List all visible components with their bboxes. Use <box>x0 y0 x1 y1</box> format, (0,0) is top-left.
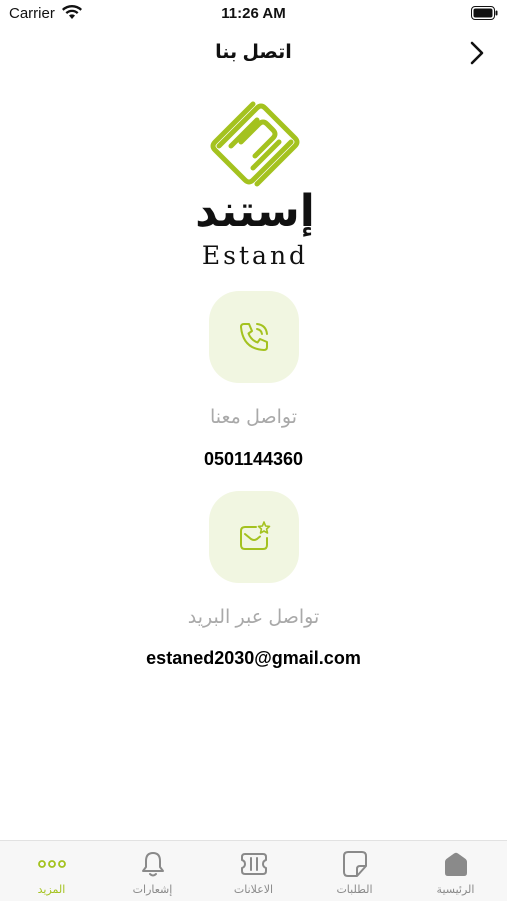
logo-mark-icon <box>210 101 300 187</box>
ads-icon <box>241 853 267 875</box>
tab-more[interactable]: المزيد <box>1 841 102 901</box>
phone-number[interactable]: 0501144360 <box>0 449 507 470</box>
tab-ads-label: الاعلانات <box>233 884 274 896</box>
email-contact-button[interactable] <box>209 491 299 583</box>
status-bar: Carrier 11:26 AM <box>0 0 507 28</box>
clock: 11:26 AM <box>221 5 286 22</box>
chevron-right-icon <box>470 41 484 65</box>
tab-more-label: المزيد <box>37 884 66 896</box>
battery-icon <box>471 6 498 20</box>
back-button[interactable] <box>465 39 489 67</box>
phone-icon <box>240 323 268 351</box>
email-address[interactable]: estaned2030@gmail.com <box>0 648 507 669</box>
more-icon <box>38 860 66 868</box>
logo-latin-text: Estand <box>201 241 309 270</box>
tab-notifications[interactable]: إشعارات <box>102 841 203 901</box>
bell-icon <box>142 852 164 877</box>
tab-orders-label: الطلبات <box>336 884 373 896</box>
phone-contact-button[interactable] <box>209 291 299 383</box>
email-contact-label: تواصل عبر البريد <box>187 607 320 628</box>
app-logo: إستند Estand <box>185 98 325 273</box>
tab-orders[interactable]: الطلبات <box>304 841 405 901</box>
tab-home-label: الرئيسية <box>436 884 475 896</box>
tab-bar: الرئيسية الطلبات الاعلانات إشعارات المزي… <box>0 840 507 901</box>
page-title: اتصل بنا <box>215 42 292 63</box>
phone-contact-label: تواصل معنا <box>209 407 298 428</box>
home-icon <box>445 852 467 876</box>
logo-arabic-text: إستند <box>195 186 315 237</box>
tab-notifications-label: إشعارات <box>132 884 173 896</box>
tab-home[interactable]: الرئيسية <box>405 841 506 901</box>
orders-icon <box>343 851 367 877</box>
tab-ads[interactable]: الاعلانات <box>203 841 304 901</box>
navigation-bar: اتصل بنا <box>0 32 507 72</box>
mail-icon <box>240 521 271 550</box>
